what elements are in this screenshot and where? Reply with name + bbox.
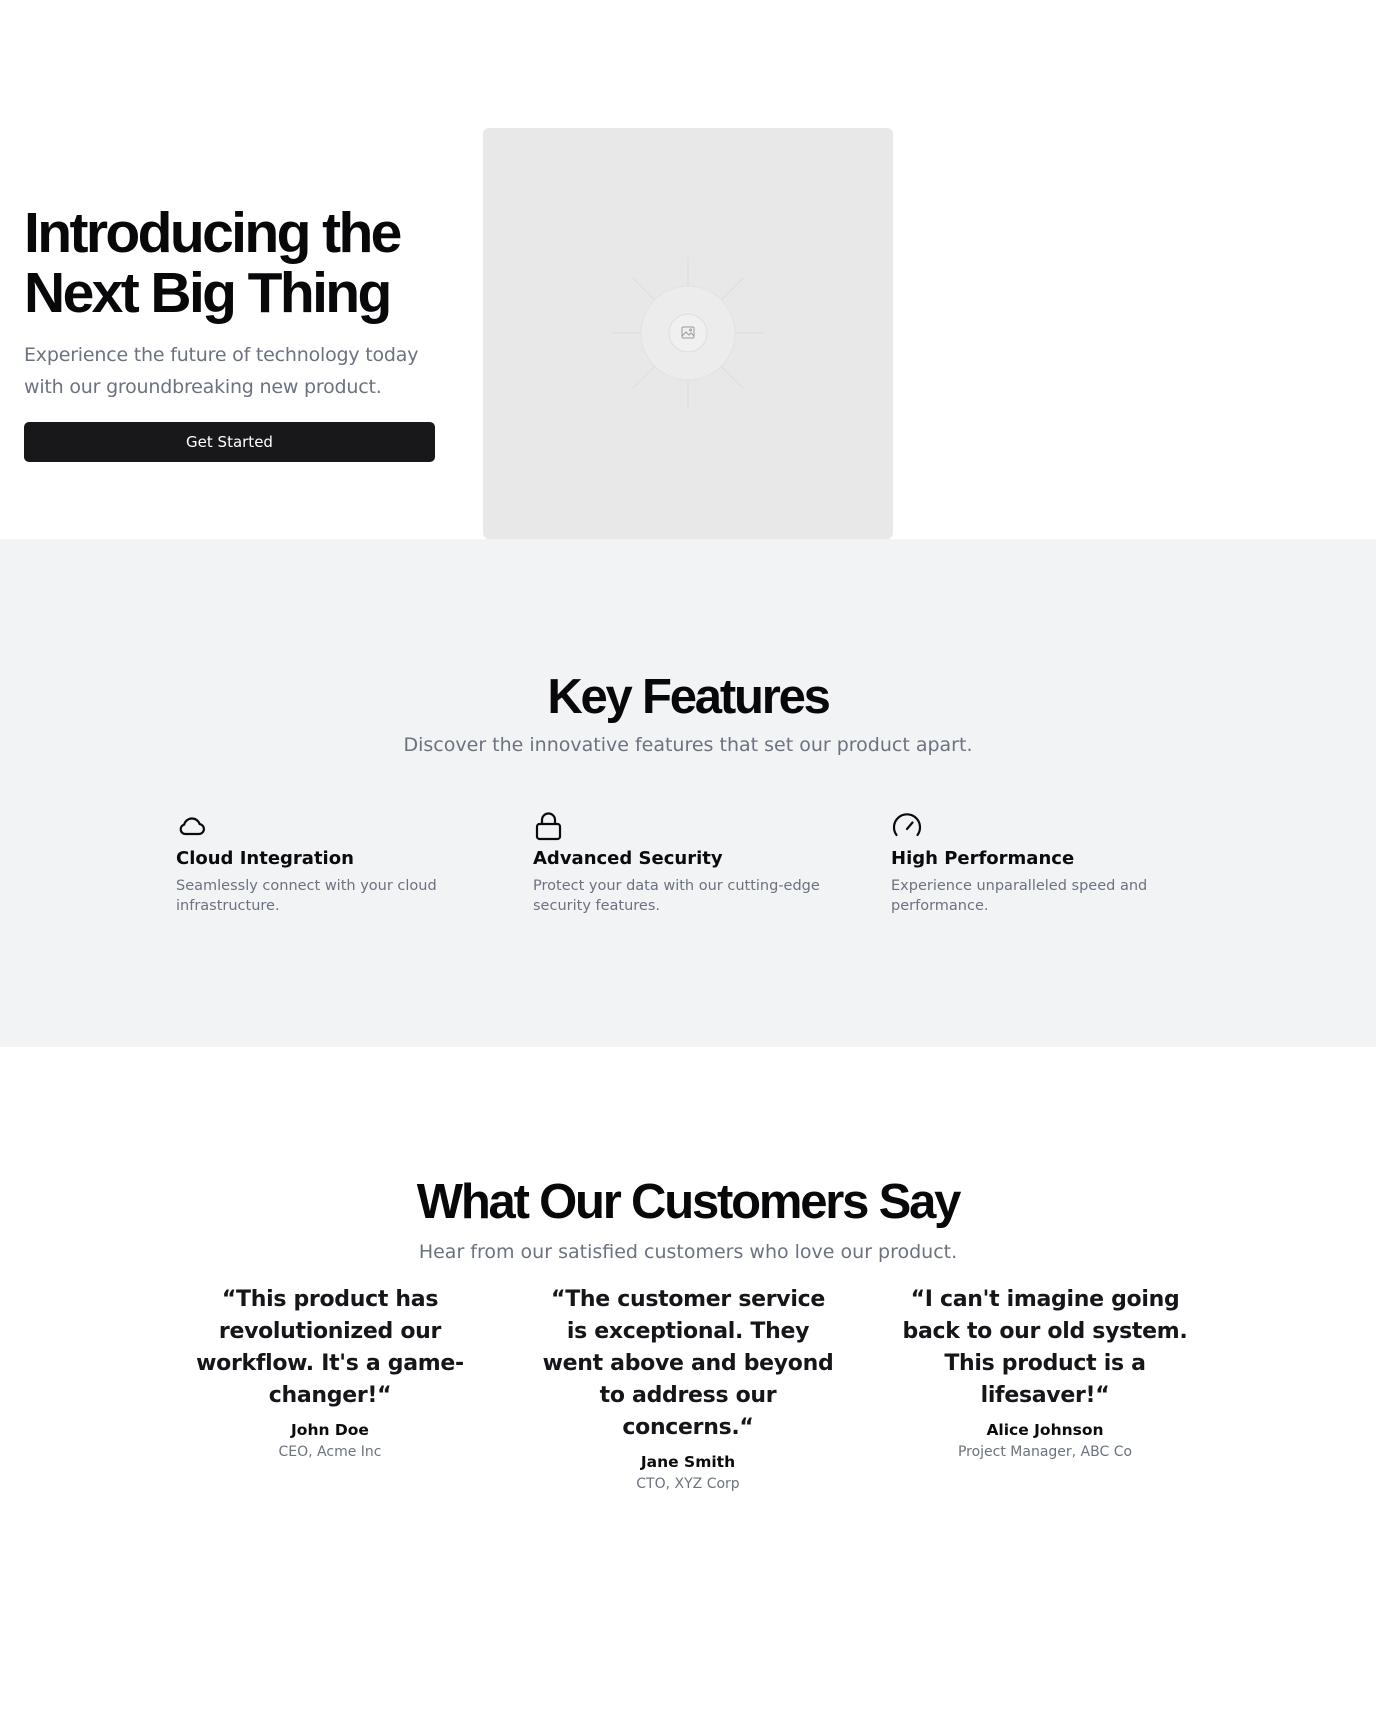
feature-card-security: Advanced Security Protect your data with… [533,810,833,916]
feature-title: Cloud Integration [176,848,354,869]
get-started-button[interactable]: Get Started [24,422,435,462]
hero-text: Introducing the Next Big Thing Experienc… [24,203,436,403]
features-title: Key Features [547,670,831,724]
feature-title: High Performance [891,848,1075,869]
testimonial-card: “This product has revolutionized our wor… [180,1284,480,1462]
lock-icon [535,812,562,841]
testimonials-section: What Our Customers Say Hear from our sat… [0,1047,1376,1716]
testimonial-quote: “The customer service is exceptional. Th… [542,1287,834,1440]
testimonial-author: Alice Johnson [986,1421,1104,1439]
feature-description: Seamlessly connect with your cloud infra… [176,878,437,914]
testimonials-title: What Our Customers Say [416,1175,962,1229]
testimonial-role: Project Manager, ABC Co [957,1444,1133,1460]
testimonial-author: Jane Smith [640,1453,736,1471]
feature-description: Protect your data with our cutting-edge … [533,878,820,914]
testimonials-subtitle: Hear from our satisfied customers who lo… [418,1241,958,1263]
gauge-icon [892,813,922,837]
features-subtitle: Discover the innovative features that se… [403,734,973,756]
cloud-icon [179,817,205,836]
testimonial-role: CTO, XYZ Corp [636,1476,740,1492]
hero-title-line1: Introducing the [24,201,402,265]
testimonial-card: “I can't imagine going back to our old s… [895,1284,1195,1462]
testimonial-quote: “I can't imagine going back to our old s… [902,1287,1188,1408]
feature-title: Advanced Security [533,848,723,869]
hero-subtitle: Experience the future of technology toda… [24,344,419,398]
hero-image-placeholder [483,128,893,539]
testimonial-role: CEO, Acme Inc [278,1444,382,1460]
feature-card-cloud: Cloud Integration Seamlessly connect wit… [176,810,476,916]
testimonial-author: John Doe [291,1421,369,1439]
testimonial-card: “The customer service is exceptional. Th… [538,1284,838,1494]
features-section: Key Features Discover the innovative fea… [0,539,1376,1047]
feature-card-performance: High Performance Experience unparalleled… [891,810,1191,916]
hero-title: Introducing the Next Big Thing [24,203,436,323]
feature-description: Experience unparalleled speed and perfor… [891,878,1148,914]
hero-title-line2: Next Big Thing [24,261,392,325]
image-placeholder-icon [613,258,763,408]
testimonial-quote: “This product has revolutionized our wor… [196,1287,464,1408]
hero-section: Introducing the Next Big Thing Experienc… [0,0,1376,539]
